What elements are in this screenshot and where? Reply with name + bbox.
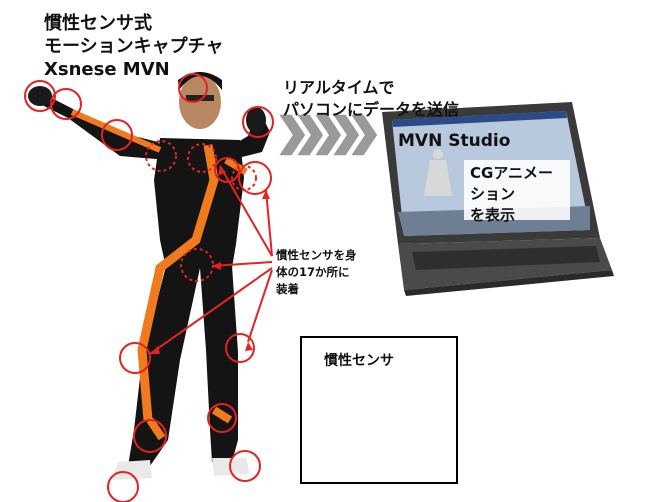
- title-line-2: モーションキャプチャ: [44, 36, 224, 57]
- cg-line-2: を表示: [470, 206, 516, 224]
- person-figure: [28, 72, 270, 480]
- cg-animation-caption: CGアニメーション を表示: [464, 160, 570, 224]
- note-line-3: 装着: [276, 282, 299, 296]
- realtime-line-1: リアルタイムで: [283, 78, 395, 97]
- title-line-1: 慣性センサ式: [44, 13, 152, 34]
- sensor-placement-note: 慣性センサを身 体の17か所に 装着: [276, 247, 357, 298]
- cg-line-1: CGアニメーション: [470, 164, 554, 203]
- realtime-line-2: パソコンにデータを送信: [283, 100, 460, 119]
- title-block: 慣性センサ式 モーションキャプチャ Xsnese MVN: [44, 12, 223, 81]
- realtime-transfer-label: リアルタイムで パソコンにデータを送信: [283, 77, 459, 121]
- note-line-1: 慣性センサを身: [276, 248, 357, 262]
- note-line-2: 体の17か所に: [276, 265, 350, 279]
- screen-app-title: MVN Studio: [398, 131, 511, 151]
- title-line-3: Xsnese MVN: [44, 59, 170, 80]
- sensor-box-label: 慣性センサ: [324, 353, 394, 369]
- sensor-callout-box: 慣性センサ: [300, 336, 458, 484]
